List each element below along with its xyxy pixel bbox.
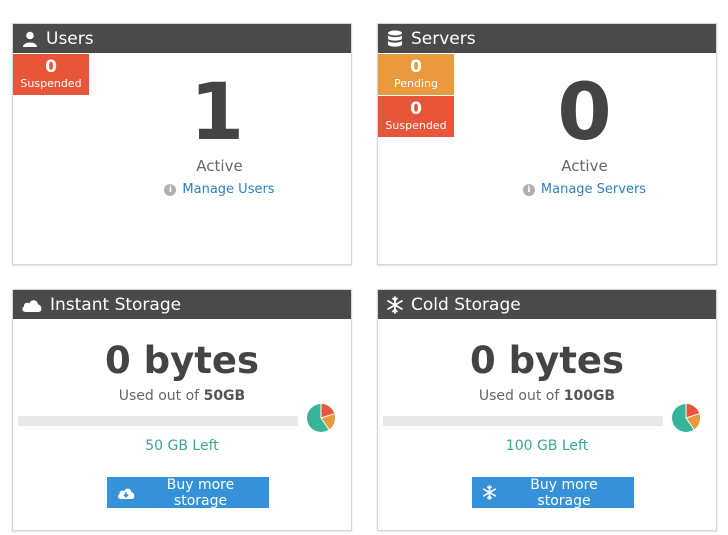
instant-storage-title: Instant Storage bbox=[50, 294, 182, 315]
instant-storage-used: Used out of 50GB bbox=[13, 388, 351, 404]
servers-card-title: Servers bbox=[411, 28, 476, 49]
servers-active-label: Active bbox=[561, 157, 608, 175]
snowflake-icon bbox=[386, 295, 404, 314]
manage-users-label: Manage Users bbox=[182, 182, 275, 197]
user-icon bbox=[21, 30, 39, 48]
instant-buy-storage-label: Buy more storage bbox=[166, 476, 235, 509]
cold-storage-title: Cold Storage bbox=[411, 294, 521, 315]
instant-used-prefix: Used out of bbox=[118, 388, 200, 404]
cold-pie-chart-icon bbox=[672, 404, 700, 432]
servers-card: Servers 0 Pending 0 Suspended 0 Active i… bbox=[377, 23, 717, 265]
manage-servers-label: Manage Servers bbox=[540, 182, 647, 197]
instant-storage-usage-bar bbox=[18, 416, 298, 426]
snowflake-icon bbox=[482, 485, 497, 500]
cold-storage-card: Cold Storage 0 bytes Used out of 100GB 1… bbox=[377, 289, 717, 531]
instant-pie-chart-icon bbox=[307, 404, 335, 432]
info-icon: i bbox=[522, 184, 535, 196]
manage-servers-link[interactable]: i Manage Servers bbox=[378, 182, 716, 197]
cold-used-prefix: Used out of bbox=[478, 388, 560, 404]
users-card-title: Users bbox=[46, 28, 94, 49]
cold-storage-used: Used out of 100GB bbox=[378, 388, 716, 404]
instant-buy-storage-button[interactable]: Buy more storage bbox=[107, 476, 269, 509]
manage-users-link[interactable]: i Manage Users bbox=[13, 182, 351, 197]
instant-storage-amount: 0 bytes bbox=[104, 339, 260, 382]
users-active-count: 1 bbox=[189, 68, 245, 158]
cold-buy-storage-button[interactable]: Buy more storage bbox=[472, 476, 634, 509]
cloud-download-icon bbox=[117, 486, 135, 500]
users-active-label: Active bbox=[196, 157, 243, 175]
cloud-icon bbox=[21, 296, 43, 314]
servers-card-header: Servers bbox=[378, 24, 716, 53]
users-card: Users 0 Suspended 1 Active i Manage Users bbox=[12, 23, 352, 265]
users-card-header: Users bbox=[13, 24, 351, 53]
instant-capacity: 50GB bbox=[203, 388, 246, 404]
cold-buy-storage-label: Buy more storage bbox=[530, 476, 598, 509]
cold-storage-amount: 0 bytes bbox=[469, 339, 625, 382]
cold-storage-header: Cold Storage bbox=[378, 290, 716, 319]
instant-storage-left: 50 GB Left bbox=[145, 438, 219, 454]
instant-storage-header: Instant Storage bbox=[13, 290, 351, 319]
info-icon: i bbox=[164, 184, 177, 196]
cold-capacity: 100GB bbox=[563, 388, 616, 404]
instant-storage-card: Instant Storage 0 bytes Used out of 50GB… bbox=[12, 289, 352, 531]
servers-active-count: 0 bbox=[557, 68, 612, 158]
database-icon bbox=[386, 30, 404, 48]
cold-storage-usage-bar bbox=[383, 416, 663, 426]
cold-storage-left: 100 GB Left bbox=[505, 438, 589, 454]
